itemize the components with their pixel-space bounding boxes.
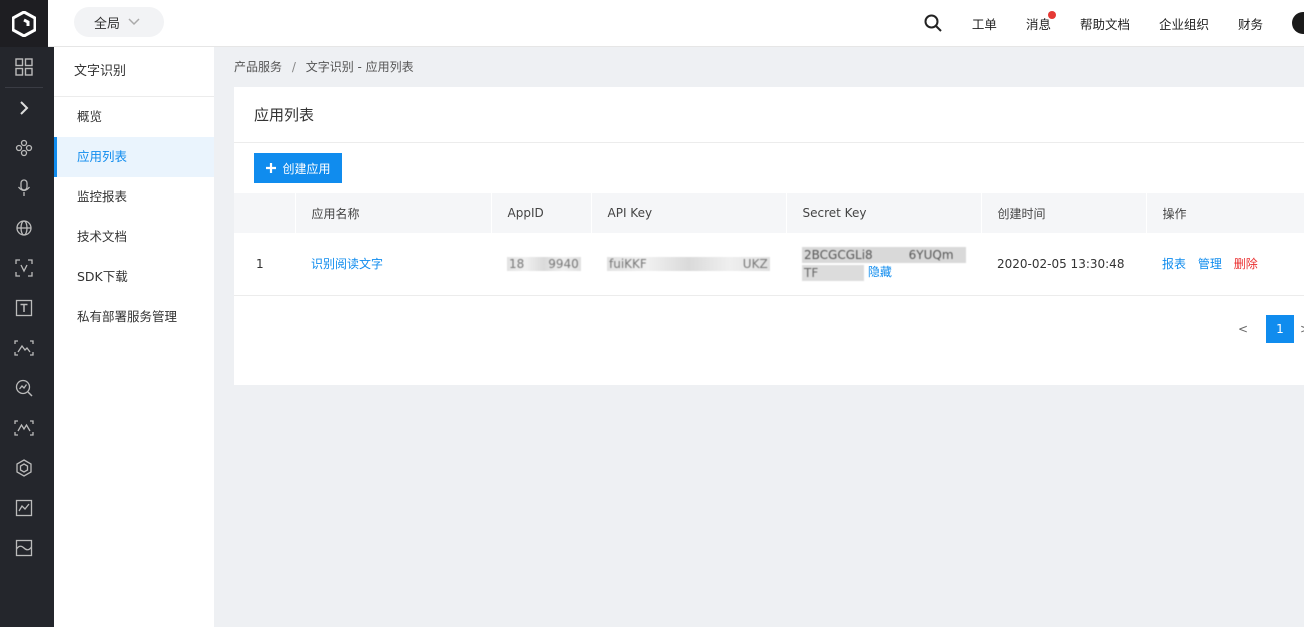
rail-face[interactable] <box>0 248 48 288</box>
cube-icon <box>16 459 32 477</box>
secret-key-value: 2BCGCGLi8 6YUQm <box>802 247 966 263</box>
rail-translate[interactable] <box>0 208 48 248</box>
logo-icon <box>12 10 36 37</box>
nav-organization[interactable]: 企业组织 <box>1159 14 1209 33</box>
create-app-button[interactable]: 创建应用 <box>254 153 342 183</box>
search-chart-icon <box>15 379 33 397</box>
nav-finance[interactable]: 财务 <box>1238 14 1263 33</box>
pagination: < 1 > <box>1238 315 1304 343</box>
sidebar-title: 文字识别 <box>54 47 214 97</box>
hide-secret-link[interactable]: 隐藏 <box>868 265 892 279</box>
sidebar-item-monitoring[interactable]: 监控报表 <box>54 177 214 217</box>
manage-link[interactable]: 管理 <box>1198 257 1222 271</box>
avatar[interactable] <box>1292 12 1304 34</box>
scope-select-value: 全局 <box>94 16 121 32</box>
chevron-down-icon <box>128 15 140 30</box>
column-header-app-id: AppID <box>491 193 592 233</box>
rail-network[interactable] <box>0 128 48 168</box>
rail-vision[interactable] <box>0 408 48 448</box>
column-header-created: 创建时间 <box>981 193 1147 233</box>
row-api-key-cell: fuiKKF UKZ <box>591 233 786 296</box>
grid-icon <box>15 58 33 76</box>
pagination-next[interactable]: > <box>1300 322 1304 336</box>
row-actions-cell: 报表 管理 删除 <box>1146 233 1304 296</box>
rail-expand[interactable] <box>0 88 48 128</box>
wave-chart-icon <box>15 539 33 557</box>
pagination-prev[interactable]: < <box>1238 322 1248 336</box>
plus-icon <box>265 162 277 174</box>
scope-select[interactable]: 全局 <box>74 7 164 37</box>
sidebar-item-app-list[interactable]: 应用列表 <box>54 137 214 177</box>
table-header-row: 应用名称 AppID API Key Secret Key 创建时间 操作 <box>234 193 1304 233</box>
row-index: 1 <box>234 233 295 296</box>
report-link[interactable]: 报表 <box>1162 257 1186 271</box>
column-header-secret-key: Secret Key <box>786 193 982 233</box>
nav-messages[interactable]: 消息 <box>1025 10 1056 33</box>
delete-link[interactable]: 删除 <box>1234 257 1258 271</box>
table-row: 1 识别阅读文字 18 9940 fuiKKF UKZ 2BCGCGLi8 6Y… <box>234 233 1304 296</box>
column-header-app-name: 应用名称 <box>295 193 492 233</box>
rail-ocr[interactable] <box>0 288 48 328</box>
image-recognition-icon <box>14 340 34 356</box>
rail-image[interactable] <box>0 328 48 368</box>
sidebar-item-private-deploy[interactable]: 私有部署服务管理 <box>54 297 214 337</box>
nav-help-docs[interactable]: 帮助文档 <box>1080 14 1130 33</box>
row-app-name-cell: 识别阅读文字 <box>295 233 491 296</box>
search-icon[interactable] <box>924 14 942 32</box>
app-table: 应用名称 AppID API Key Secret Key 创建时间 操作 1 … <box>234 193 1304 296</box>
microphone-icon <box>17 179 31 196</box>
notification-badge <box>1047 10 1056 19</box>
breadcrumb-current: 文字识别 - 应用列表 <box>305 60 414 74</box>
app-id-value: 18 9940 <box>507 256 581 271</box>
app-name-link[interactable]: 识别阅读文字 <box>311 257 383 271</box>
row-created-time: 2020-02-05 13:30:48 <box>981 233 1146 296</box>
column-header-api-key: API Key <box>591 193 787 233</box>
product-sidebar: 文字识别 概览 应用列表 监控报表 技术文档 SDK下载 私有部署服务管理 <box>54 47 214 627</box>
product-rail <box>0 47 54 627</box>
cloud-logo[interactable] <box>0 0 48 47</box>
breadcrumb-separator: / <box>291 60 296 74</box>
top-nav: 工单 消息 帮助文档 企业组织 财务 <box>924 0 1304 46</box>
breadcrumb: 产品服务 / 文字识别 - 应用列表 <box>234 58 414 75</box>
network-nodes-icon <box>15 139 33 157</box>
rail-model[interactable] <box>0 448 48 488</box>
row-secret-key-cell: 2BCGCGLi8 6YUQm TF 隐藏 <box>786 233 981 296</box>
rail-analytics[interactable] <box>0 368 48 408</box>
nav-messages-label: 消息 <box>1025 16 1051 32</box>
page-title: 应用列表 <box>234 87 1304 143</box>
rail-speech[interactable] <box>0 168 48 208</box>
row-app-id-cell: 18 9940 <box>491 233 591 296</box>
app-list-card: 应用列表 创建应用 应用名称 AppID API Key Secret Key … <box>234 87 1304 385</box>
face-scan-icon <box>15 259 33 277</box>
nav-ticket[interactable]: 工单 <box>972 14 997 33</box>
top-bar: 全局 工单 消息 帮助文档 企业组织 财务 <box>0 0 1304 47</box>
breadcrumb-root[interactable]: 产品服务 <box>234 60 282 74</box>
secret-key-value-continued: TF <box>802 264 864 281</box>
column-header-index <box>234 193 296 233</box>
sidebar-item-sdk[interactable]: SDK下载 <box>54 257 214 297</box>
sidebar-item-overview[interactable]: 概览 <box>54 97 214 137</box>
chevron-right-icon <box>20 101 29 115</box>
column-header-actions: 操作 <box>1146 193 1304 233</box>
rail-monitor[interactable] <box>0 488 48 528</box>
sidebar-item-docs[interactable]: 技术文档 <box>54 217 214 257</box>
api-key-value: fuiKKF UKZ <box>607 256 770 271</box>
rail-dashboard[interactable] <box>0 47 48 87</box>
line-chart-icon <box>15 499 33 517</box>
text-box-icon <box>15 299 33 317</box>
pagination-page-current[interactable]: 1 <box>1266 315 1294 343</box>
globe-icon <box>16 220 32 236</box>
vision-scan-icon <box>14 420 34 436</box>
rail-report[interactable] <box>0 528 48 568</box>
create-app-label: 创建应用 <box>282 161 331 176</box>
